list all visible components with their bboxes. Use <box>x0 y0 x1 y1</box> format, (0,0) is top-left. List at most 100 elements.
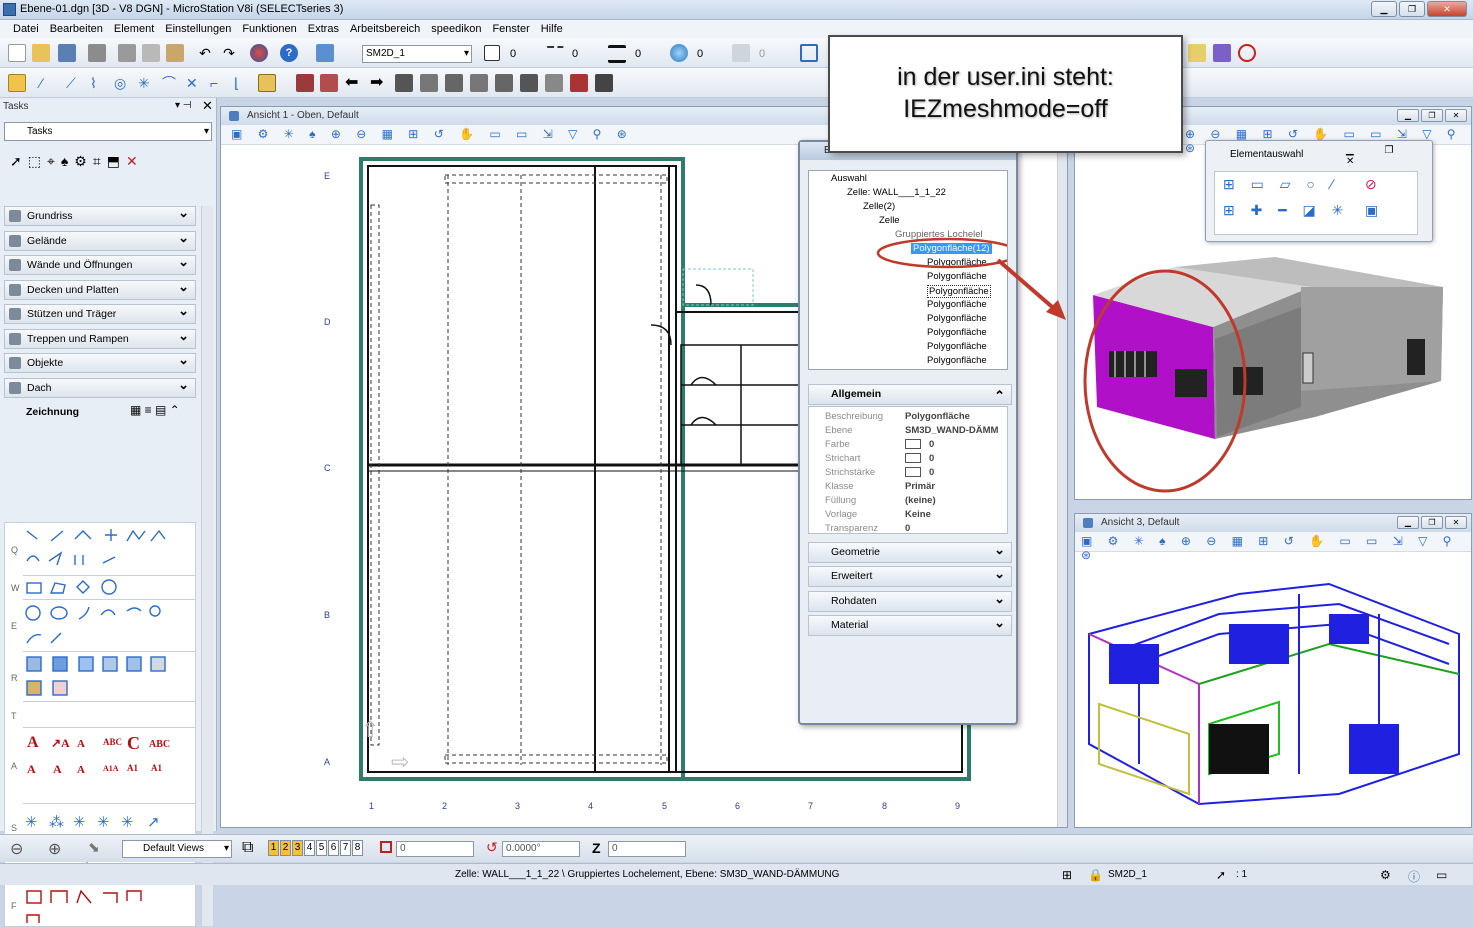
redo-icon[interactable]: ↷ <box>220 44 238 62</box>
task-group-grundriss[interactable]: Grundriss <box>4 204 196 226</box>
settings-manager-icon[interactable] <box>1188 44 1206 62</box>
view-3-close-button[interactable]: ✕ <box>1445 516 1467 529</box>
copy-icon[interactable] <box>142 44 160 62</box>
info-icon[interactable]: ⓘ <box>1408 868 1420 885</box>
view-2-close-button[interactable]: ✕ <box>1445 109 1467 122</box>
tasks-combo[interactable]: Tasks <box>4 122 212 141</box>
priority-icon[interactable] <box>732 44 750 62</box>
section-material[interactable]: Material <box>808 613 1012 636</box>
active-level-combo[interactable]: SM2D_1 <box>362 45 472 63</box>
task-group-objekte[interactable]: Objekte <box>4 351 196 373</box>
grid-snap-icon[interactable] <box>258 74 276 92</box>
tree-node-polygon[interactable]: Polygonfläche <box>927 341 987 352</box>
microstation-app-icon[interactable] <box>3 3 16 16</box>
style-value[interactable]: 0 <box>572 48 578 60</box>
view-3-tool-icons[interactable]: ▣ ⚙ ✳ ♠ ⊕ ⊖ ▦ ⊞ ↺ ✋ ▭ ▭ ⇲ ▽ ⚲ ⊛ <box>1081 534 1471 562</box>
weight-value[interactable]: 0 <box>635 48 641 60</box>
menu-arbeitsbereich[interactable]: Arbeitsbereich <box>350 23 420 35</box>
saved-views-combo[interactable]: Default Views <box>122 840 232 858</box>
transparency-value[interactable]: 0 <box>697 48 703 60</box>
lock-icon[interactable]: 🔒 <box>1088 868 1103 882</box>
tree-node-polygon[interactable]: Polygonfläche <box>927 327 987 338</box>
color-swatch-icon[interactable] <box>484 45 500 61</box>
attribute-icon[interactable]: ♠ <box>61 153 68 175</box>
element-area-icon[interactable] <box>380 841 392 853</box>
task-group-waende[interactable]: Wände und Öffnungen <box>4 253 196 275</box>
menu-datei[interactable]: Datei <box>13 23 39 35</box>
speedikon-tool-1-icon[interactable] <box>296 74 314 92</box>
polyline-icon[interactable]: ⌇ <box>90 74 108 92</box>
fence-icon[interactable]: ⬚ <box>28 153 41 175</box>
view-1-tool-icons[interactable]: ▣ ⚙ ✳ ♠ ⊕ ⊖ ▦ ⊞ ↺ ✋ ▭ ▭ ⇲ ▽ ⚲ ⊛ <box>231 127 633 141</box>
view-button-5[interactable]: 5 <box>316 840 327 856</box>
speedikon-tool-5-icon[interactable] <box>445 74 463 92</box>
view-3-minimize-button[interactable]: ▁ <box>1397 516 1419 529</box>
settings-icon[interactable]: ⚙ <box>1380 868 1391 882</box>
view-3-restore-button[interactable]: ❐ <box>1421 516 1443 529</box>
selection-mode-icons[interactable]: ⊞ ▭ ▱ ○ ∕ <box>1223 176 1339 193</box>
view-button-4[interactable]: 4 <box>304 840 315 856</box>
crop-icon[interactable]: ⬒ <box>107 153 120 175</box>
restore-button[interactable]: ❐ <box>1399 1 1425 17</box>
status-level[interactable]: SM2D_1 <box>1108 869 1147 880</box>
view-button-8[interactable]: 8 <box>352 840 363 856</box>
view-button-1[interactable]: 1 <box>268 840 279 856</box>
tree-node-polygon[interactable]: Polygonfläche <box>927 299 987 310</box>
arrow-left-icon[interactable]: ⬅ <box>345 74 363 92</box>
prop-value[interactable]: (keine) <box>905 495 936 506</box>
view-3-wireframe[interactable]: Ansicht 3, Default ▁ ❐ ✕ ▣ ⚙ ✳ ♠ ⊕ ⊖ ▦ ⊞… <box>1074 513 1472 828</box>
prop-value[interactable]: 0 <box>905 523 910 534</box>
tree-node-cell[interactable]: Zelle: WALL___1_1_22 <box>847 187 946 198</box>
tasks-close-icon[interactable]: ✕ <box>202 98 213 114</box>
view-2-minimize-button[interactable]: ▁ <box>1397 109 1419 122</box>
distance-field[interactable]: 0 <box>396 841 474 857</box>
element-tree[interactable]: Auswahl Zelle: WALL___1_1_22 Zelle(2) Ze… <box>808 170 1008 370</box>
snap-icon[interactable] <box>1213 44 1231 62</box>
smartline-icon[interactable]: ∕ <box>40 74 58 92</box>
tree-node-cell-2[interactable]: Zelle(2) <box>863 201 895 212</box>
menu-speedikon[interactable]: speedikon <box>431 23 481 35</box>
select-arrow-icon[interactable]: ➚ <box>10 153 22 175</box>
view-groups-icon[interactable]: ⧉ <box>242 839 253 857</box>
back-icon[interactable]: ⊖ <box>10 839 23 859</box>
level-manager-icon[interactable] <box>316 44 334 62</box>
speedikon-tool-11-icon[interactable] <box>595 74 613 92</box>
view-button-7[interactable]: 7 <box>340 840 351 856</box>
selection-method-icons[interactable]: ⊞ ✚ ━ ◪ ✳ <box>1223 202 1349 219</box>
menu-element[interactable]: Element <box>114 23 154 35</box>
line-style-icon[interactable] <box>546 46 564 64</box>
clear-selection-icon[interactable]: ⊘ <box>1365 176 1377 193</box>
prop-value[interactable]: Keine <box>905 509 931 520</box>
message-icon[interactable]: ▭ <box>1436 868 1447 882</box>
tree-node-polygon[interactable]: Polygonfläche <box>927 285 991 298</box>
building-wireframe[interactable] <box>1079 574 1469 824</box>
menu-fenster[interactable]: Fenster <box>492 23 529 35</box>
angle-icon[interactable]: ↺ <box>486 839 498 856</box>
element-info-icon[interactable]: ⚙ <box>74 153 87 175</box>
speedikon-tool-10-icon[interactable] <box>570 74 588 92</box>
priority-value[interactable]: 0 <box>759 48 765 60</box>
menu-bearbeiten[interactable]: Bearbeiten <box>50 23 103 35</box>
menu-extras[interactable]: Extras <box>308 23 339 35</box>
menu-einstellungen[interactable]: Einstellungen <box>165 23 231 35</box>
menu-hilfe[interactable]: Hilfe <box>541 23 563 35</box>
cut-icon[interactable] <box>118 44 136 62</box>
view-button-6[interactable]: 6 <box>328 840 339 856</box>
tree-node-polygon[interactable]: Polygonfläche <box>927 313 987 324</box>
minimize-button[interactable]: ▁ <box>1371 1 1397 17</box>
task-group-gelaende[interactable]: Gelände <box>4 229 196 251</box>
menu-funktionen[interactable]: Funktionen <box>242 23 296 35</box>
delete-icon[interactable]: ✕ <box>126 153 138 175</box>
prop-value[interactable]: SM3D_WAND-DÄMM <box>905 425 998 436</box>
intersect-icon[interactable]: ✕ <box>186 74 204 92</box>
accudraw-icon[interactable] <box>8 74 26 92</box>
line-icon[interactable]: ⟋ <box>66 74 84 92</box>
view-1-scrollbar[interactable] <box>1057 145 1067 827</box>
close-button[interactable]: ✕ <box>1427 1 1467 17</box>
task-group-dach[interactable]: Dach <box>4 376 196 398</box>
section-allgemein[interactable]: Allgemein <box>808 384 1012 405</box>
view-mode-icons[interactable]: ▦ ≡ ▤ ⌃ <box>130 403 180 417</box>
grid-lock-icon[interactable]: ⊞ <box>1062 868 1072 882</box>
section-erweitert[interactable]: Erweitert <box>808 564 1012 587</box>
transparency-icon[interactable] <box>670 44 688 62</box>
